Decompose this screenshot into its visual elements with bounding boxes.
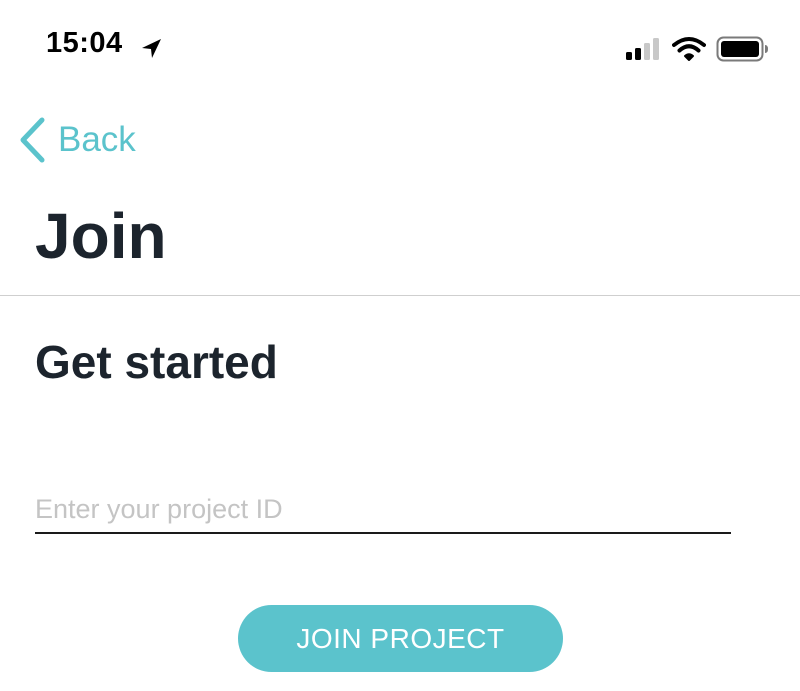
page-title: Join [35,200,167,272]
cellular-signal-icon [626,38,659,60]
header-divider [0,295,800,296]
wifi-icon [672,37,706,61]
location-arrow-icon [142,39,161,58]
chevron-left-icon [20,117,45,163]
status-time: 15:04 [46,27,123,59]
join-project-button[interactable]: JOIN PROJECT [238,605,563,672]
back-label: Back [58,120,136,159]
join-screen: 15:04 Back Join Get started JOI [0,0,800,691]
status-bar: 15:04 [0,0,800,100]
back-button[interactable]: Back [18,114,136,166]
battery-icon [716,36,768,62]
project-id-input[interactable] [35,486,731,534]
section-title: Get started [35,336,278,388]
